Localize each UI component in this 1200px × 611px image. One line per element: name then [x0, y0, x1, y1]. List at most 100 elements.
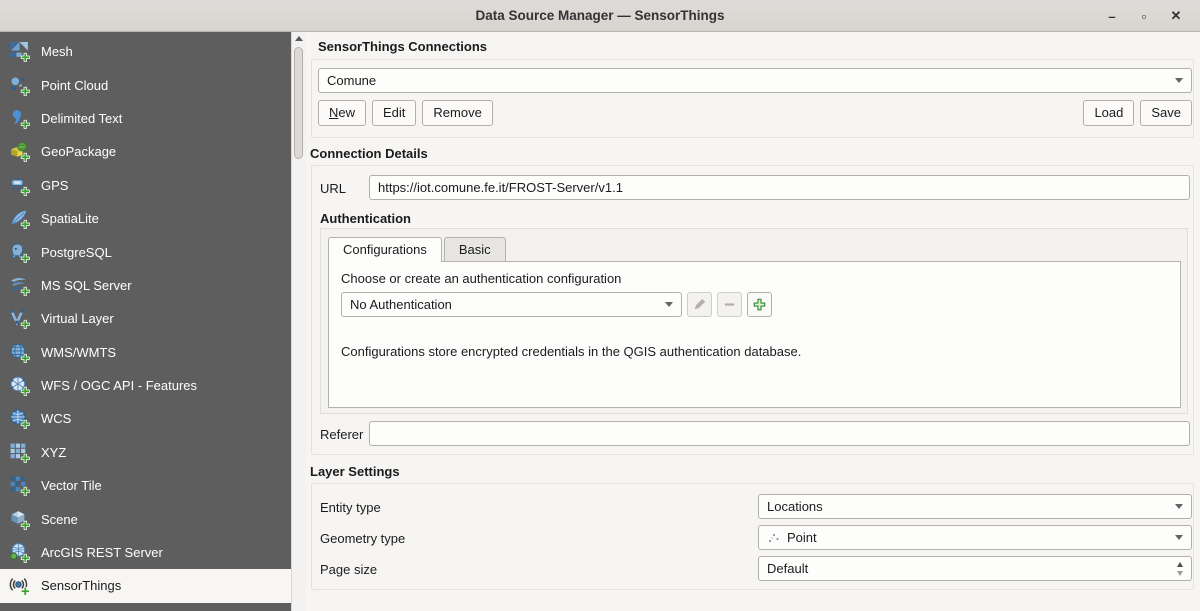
sidebar-item-mesh[interactable]: Mesh [0, 35, 291, 68]
url-label: URL [320, 181, 346, 196]
sidebar-item-label: SpatiaLite [41, 211, 99, 226]
page-size-value: Default [767, 561, 808, 576]
chevron-down-icon [1175, 535, 1183, 540]
spinner-arrows[interactable] [1177, 562, 1183, 576]
point-cloud-icon [9, 75, 30, 96]
titlebar: Data Source Manager — SensorThings – ▫ ✕ [0, 0, 1200, 32]
sidebar-item-ms-sql-server[interactable]: MS SQL Server [0, 269, 291, 302]
plus-icon [752, 297, 767, 312]
new-button[interactable]: New [318, 100, 366, 126]
referer-input[interactable] [369, 421, 1190, 446]
window-controls: – ▫ ✕ [1096, 0, 1192, 32]
close-button[interactable]: ✕ [1160, 8, 1192, 24]
sidebar-item-spatialite[interactable]: SpatiaLite [0, 202, 291, 235]
authentication-box: Configurations Basic Choose or create an… [320, 228, 1188, 414]
chevron-down-icon [665, 302, 673, 307]
edit-config-button[interactable] [687, 292, 712, 317]
add-config-button[interactable] [747, 292, 772, 317]
save-button[interactable]: Save [1140, 100, 1192, 126]
remove-button[interactable]: Remove [422, 100, 492, 126]
ms-sql-server-icon [9, 275, 30, 296]
sidebar-item-wms-wmts[interactable]: WMS/WMTS [0, 336, 291, 369]
sidebar-item-wcs[interactable]: WCS [0, 402, 291, 435]
connection-details-heading: Connection Details [310, 146, 428, 161]
edit-button[interactable]: Edit [372, 100, 416, 126]
sidebar-item-point-cloud[interactable]: Point Cloud [0, 68, 291, 101]
sidebar-item-scene[interactable]: Scene [0, 502, 291, 535]
sidebar-item-virtual-layer[interactable]: Virtual Layer [0, 302, 291, 335]
sidebar-item-xyz[interactable]: XYZ [0, 436, 291, 469]
authentication-heading: Authentication [320, 211, 411, 226]
chevron-down-icon [1175, 78, 1183, 83]
geometry-type-value: Point [787, 530, 817, 545]
geometry-type-label: Geometry type [320, 531, 405, 546]
auth-config-select-value: No Authentication [350, 297, 452, 312]
sidebar-item-label: PostgreSQL [41, 245, 112, 260]
url-input[interactable] [369, 175, 1190, 200]
auth-config-row: No Authentication [341, 292, 772, 317]
connection-io-buttons: Load Save [1083, 100, 1192, 126]
mesh-icon [9, 41, 30, 62]
entity-type-select[interactable]: Locations [758, 494, 1192, 519]
main-scrollbar [291, 32, 306, 611]
sidebar-item-postgresql[interactable]: PostgreSQL [0, 235, 291, 268]
minimize-button[interactable]: – [1096, 9, 1128, 24]
minus-icon [722, 297, 737, 312]
postgresql-icon [9, 242, 30, 263]
spinner-up-icon[interactable] [1177, 562, 1183, 567]
auth-config-select[interactable]: No Authentication [341, 292, 682, 317]
connections-heading: SensorThings Connections [318, 39, 487, 54]
page-size-label: Page size [320, 562, 377, 577]
auth-info-text: Configurations store encrypted credentia… [341, 344, 801, 359]
geopackage-icon [9, 141, 30, 162]
wms-wmts-icon [9, 342, 30, 363]
sidebar-item-gps[interactable]: GPS [0, 169, 291, 202]
sidebar-item-label: GPS [41, 178, 68, 193]
tab-basic[interactable]: Basic [444, 237, 506, 261]
spinner-down-icon[interactable] [1177, 571, 1183, 576]
source-type-sidebar: Mesh Point Cloud Delimited Text GeoPacka… [0, 32, 291, 611]
geometry-type-select[interactable]: Point [758, 525, 1192, 550]
sidebar-item-label: Mesh [41, 44, 73, 59]
sidebar-item-label: Scene [41, 512, 78, 527]
wfs-ogc-api-icon [9, 375, 30, 396]
referer-label: Referer [320, 427, 363, 442]
sidebar-item-label: SensorThings [41, 578, 121, 593]
remove-config-button[interactable] [717, 292, 742, 317]
entity-type-label: Entity type [320, 500, 381, 515]
connection-select[interactable]: Comune [318, 68, 1192, 93]
sensorthings-panel: SensorThings Connections Comune New Edit… [306, 32, 1200, 611]
load-button[interactable]: Load [1083, 100, 1134, 126]
sidebar-item-arcgis-rest-server[interactable]: ArcGIS REST Server [0, 536, 291, 569]
page-size-spinbox[interactable]: Default [758, 556, 1192, 581]
sidebar-item-delimited-text[interactable]: Delimited Text [0, 102, 291, 135]
sidebar-item-geopackage[interactable]: GeoPackage [0, 135, 291, 168]
tab-configurations[interactable]: Configurations [328, 237, 442, 262]
scrollbar-thumb[interactable] [294, 47, 303, 159]
sidebar-item-label: Vector Tile [41, 478, 102, 493]
entity-type-value: Locations [767, 499, 823, 514]
sidebar-item-label: MS SQL Server [41, 278, 132, 293]
connection-buttons-row: New Edit Remove Load Save [318, 100, 1192, 126]
sidebar-item-label: WFS / OGC API - Features [41, 378, 197, 393]
delimited-text-icon [9, 108, 30, 129]
sidebar-item-label: GeoPackage [41, 144, 116, 159]
chevron-down-icon [1175, 504, 1183, 509]
sidebar-item-vector-tile[interactable]: Vector Tile [0, 469, 291, 502]
sidebar-item-label: Point Cloud [41, 78, 108, 93]
sidebar-item-label: ArcGIS REST Server [41, 545, 163, 560]
pencil-icon [692, 297, 707, 312]
sidebar-item-label: WMS/WMTS [41, 345, 116, 360]
layer-settings-heading: Layer Settings [310, 464, 400, 479]
configurations-tab-panel: Choose or create an authentication confi… [328, 261, 1181, 408]
sensorthings-icon [9, 575, 30, 596]
scrollbar-up-arrow-icon[interactable] [292, 32, 306, 45]
sidebar-item-sensorthings[interactable]: SensorThings [0, 569, 291, 602]
point-geometry-icon [767, 531, 781, 545]
sidebar-item-wfs[interactable]: WFS / OGC API - Features [0, 369, 291, 402]
spatialite-icon [9, 208, 30, 229]
window-title: Data Source Manager — SensorThings [475, 8, 724, 23]
maximize-button[interactable]: ▫ [1128, 9, 1160, 24]
arcgis-rest-server-icon [9, 542, 30, 563]
sidebar-item-label: XYZ [41, 445, 66, 460]
